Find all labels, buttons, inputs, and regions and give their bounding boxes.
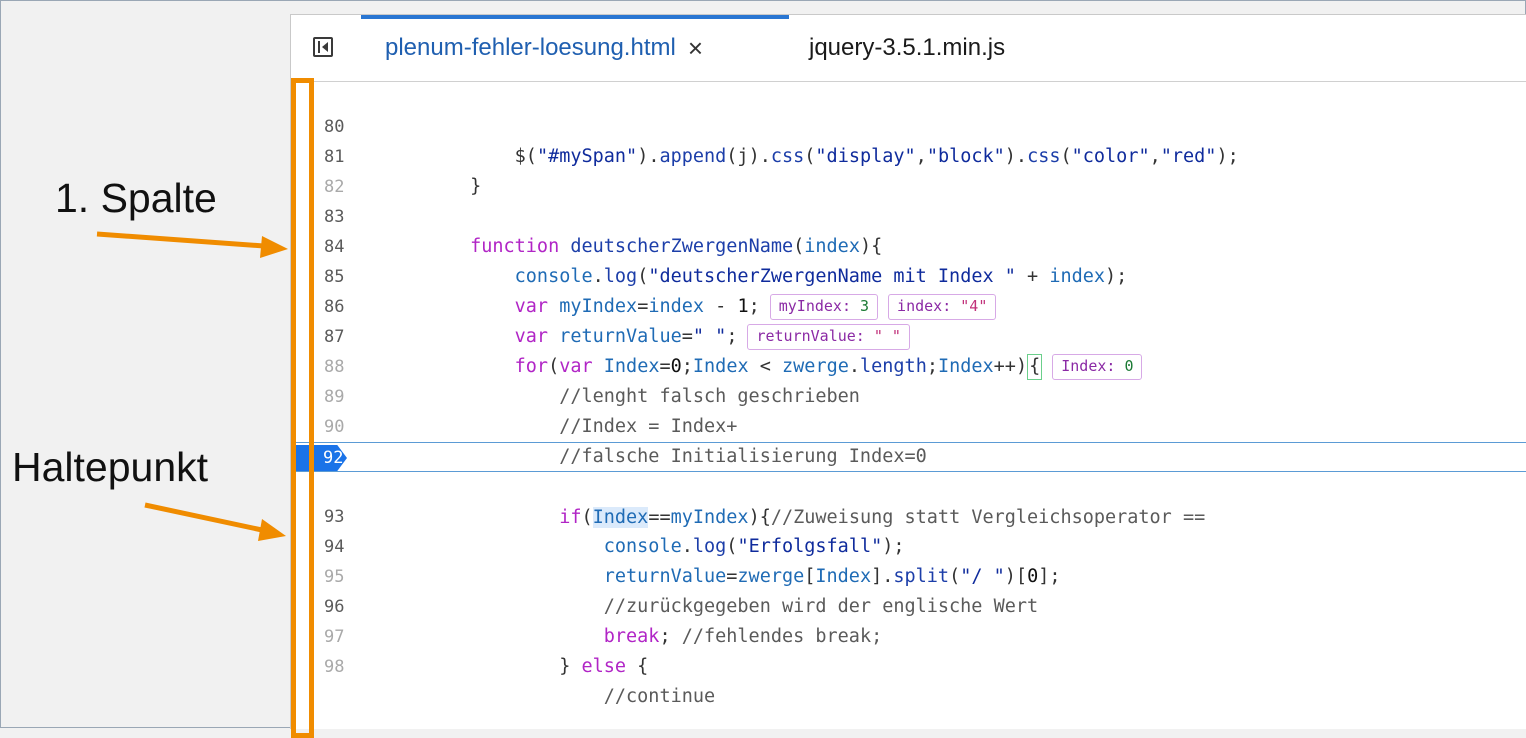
code-line: 95 //zurückgegeben wird der englische We… <box>291 532 1526 617</box>
tab-plenum-fehler-loesung[interactable]: plenum-fehler-loesung.html × <box>385 15 703 81</box>
code-line: 94 returnValue=zwerge[Index].split("/ ")… <box>291 502 1526 587</box>
column-arrow <box>96 231 288 258</box>
tab-label: plenum-fehler-loesung.html <box>385 34 676 61</box>
debugger-editor: plenum-fehler-loesung.html × jquery-3.5.… <box>290 14 1526 729</box>
annotation-column-label: 1. Spalte <box>55 175 217 221</box>
code-line: 85 var myIndex=index - 1; myIndex: 3 index… <box>291 232 1526 320</box>
code-line: 97 } else { <box>291 592 1526 677</box>
column-arrow-shaft <box>96 231 265 249</box>
code-line: 96 break; //fehlendes break; <box>291 562 1526 647</box>
sidebar-toggle-bar <box>318 41 320 53</box>
sidebar-toggle-arrow <box>322 42 328 52</box>
breakpoint-arrow <box>144 502 286 541</box>
breakpoint-marker-icon[interactable]: 92 <box>293 445 347 471</box>
code-line: 90 //falsche Initialisierung Index=0 <box>291 382 1526 467</box>
code-line: 87 for(var Index=0;Index < zwerge.length… <box>291 292 1526 380</box>
code-line: 81 } <box>291 112 1526 197</box>
code-line: 98 //continue <box>291 622 1526 707</box>
code-line: 80 $("#mySpan").append(j).css("display",… <box>291 82 1526 167</box>
annotation-breakpoint-label: Haltepunkt <box>12 444 209 490</box>
code-line: 91 <box>291 412 1526 467</box>
code-line: 93 console.log("Erfolgsfall"); <box>291 472 1526 557</box>
code-line: 82 <box>291 142 1526 197</box>
code-line: 84 console.log("deutscherZwergenName mit… <box>291 202 1526 287</box>
tab-label: jquery-3.5.1.min.js <box>809 34 1006 61</box>
close-icon[interactable]: × <box>688 33 703 64</box>
breakpoint-arrow-head <box>258 519 286 541</box>
code-line: 88 //lenght falsch geschrieben <box>291 322 1526 407</box>
code-comment: //continue <box>381 686 716 707</box>
current-breakpoint-line: 92 if(Index==myIndex){//Zuweisung statt … <box>291 442 1526 528</box>
code-line: 89 //Index = Index+ <box>291 352 1526 437</box>
tab-bar: plenum-fehler-loesung.html × jquery-3.5.… <box>291 15 1526 82</box>
tab-jquery[interactable]: jquery-3.5.1.min.js <box>809 15 1005 81</box>
code-line: 83 function deutscherZwergenName(index){ <box>291 172 1526 257</box>
column-arrow-head <box>260 236 288 258</box>
breakpoint-arrow-shaft <box>144 502 263 533</box>
code-text: } else { <box>381 656 649 677</box>
sidebar-toggle-icon[interactable] <box>313 37 333 57</box>
code-line: 86 var returnValue=" "; returnValue: " " <box>291 262 1526 350</box>
line-number[interactable]: 98 <box>324 652 354 682</box>
code-area[interactable]: 80 $("#mySpan").append(j).css("display",… <box>291 82 1526 729</box>
